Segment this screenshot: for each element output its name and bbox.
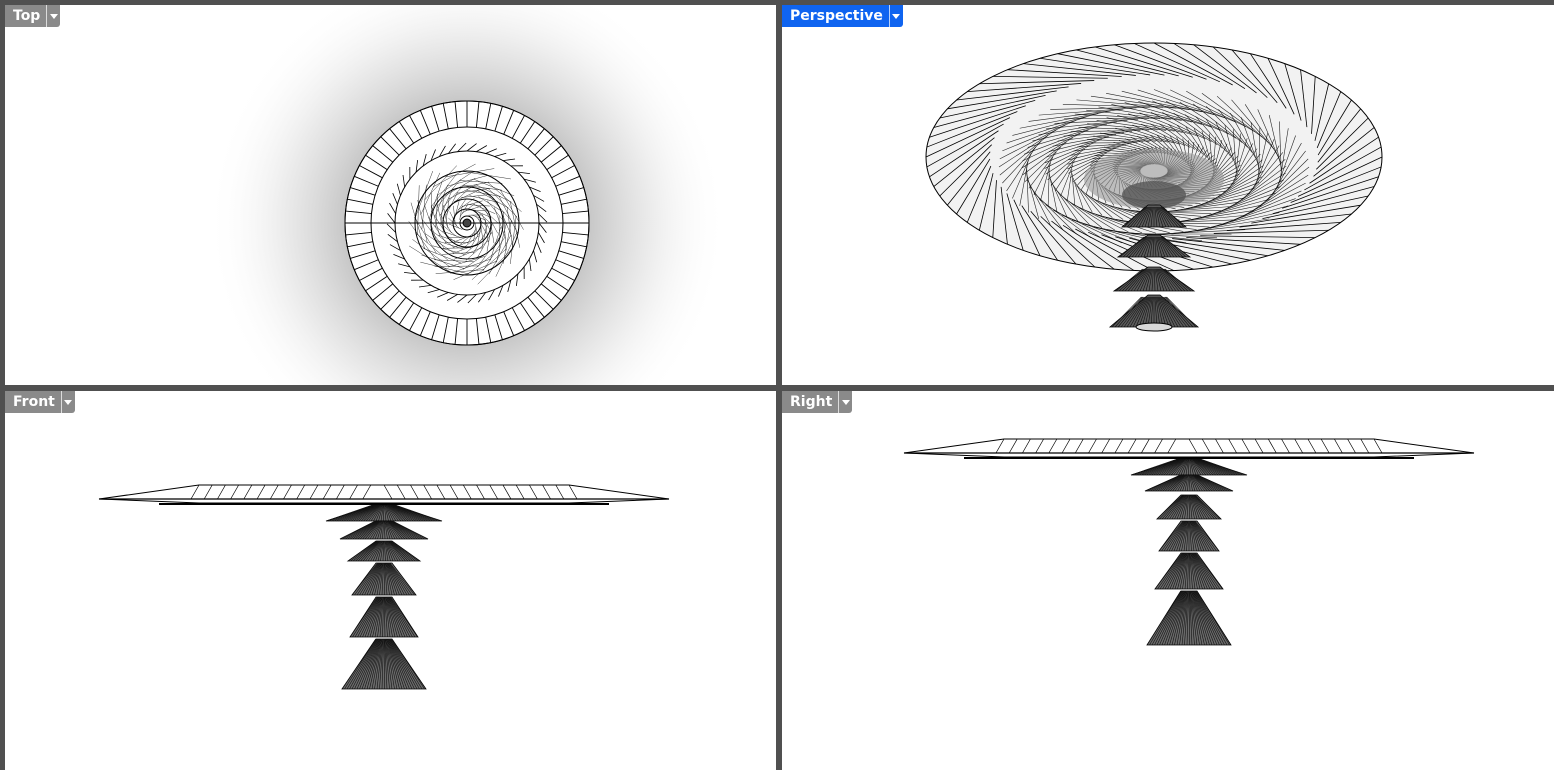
chevron-down-icon[interactable] <box>60 391 75 413</box>
viewport-tab-front[interactable]: Front <box>5 391 75 413</box>
viewport-right[interactable]: Right <box>782 391 1554 770</box>
viewport-tab-right[interactable]: Right <box>782 391 853 413</box>
perspective-wireframe <box>925 42 1383 332</box>
front-wireframe <box>98 484 670 690</box>
right-wireframe <box>903 438 1475 646</box>
top-view-geometry <box>207 5 727 385</box>
chevron-down-icon[interactable] <box>838 391 852 413</box>
right-view-geometry <box>903 438 1475 646</box>
chevron-down-icon[interactable] <box>888 5 903 27</box>
viewport-perspective[interactable]: Perspective <box>782 5 1554 385</box>
front-view-geometry <box>98 484 670 690</box>
viewport-tab-top[interactable]: Top <box>5 5 61 27</box>
perspective-view-geometry <box>925 42 1383 332</box>
top-wireframe <box>344 100 590 346</box>
viewport-title: Top <box>13 8 41 24</box>
viewport-tab-perspective[interactable]: Perspective <box>782 5 903 27</box>
viewport-title: Perspective <box>790 8 883 24</box>
viewport-top[interactable]: Top <box>5 5 776 385</box>
viewport-front[interactable]: Front <box>5 391 776 770</box>
chevron-down-icon[interactable] <box>46 5 60 27</box>
viewport-title: Right <box>790 394 833 410</box>
viewport-title: Front <box>13 394 55 410</box>
